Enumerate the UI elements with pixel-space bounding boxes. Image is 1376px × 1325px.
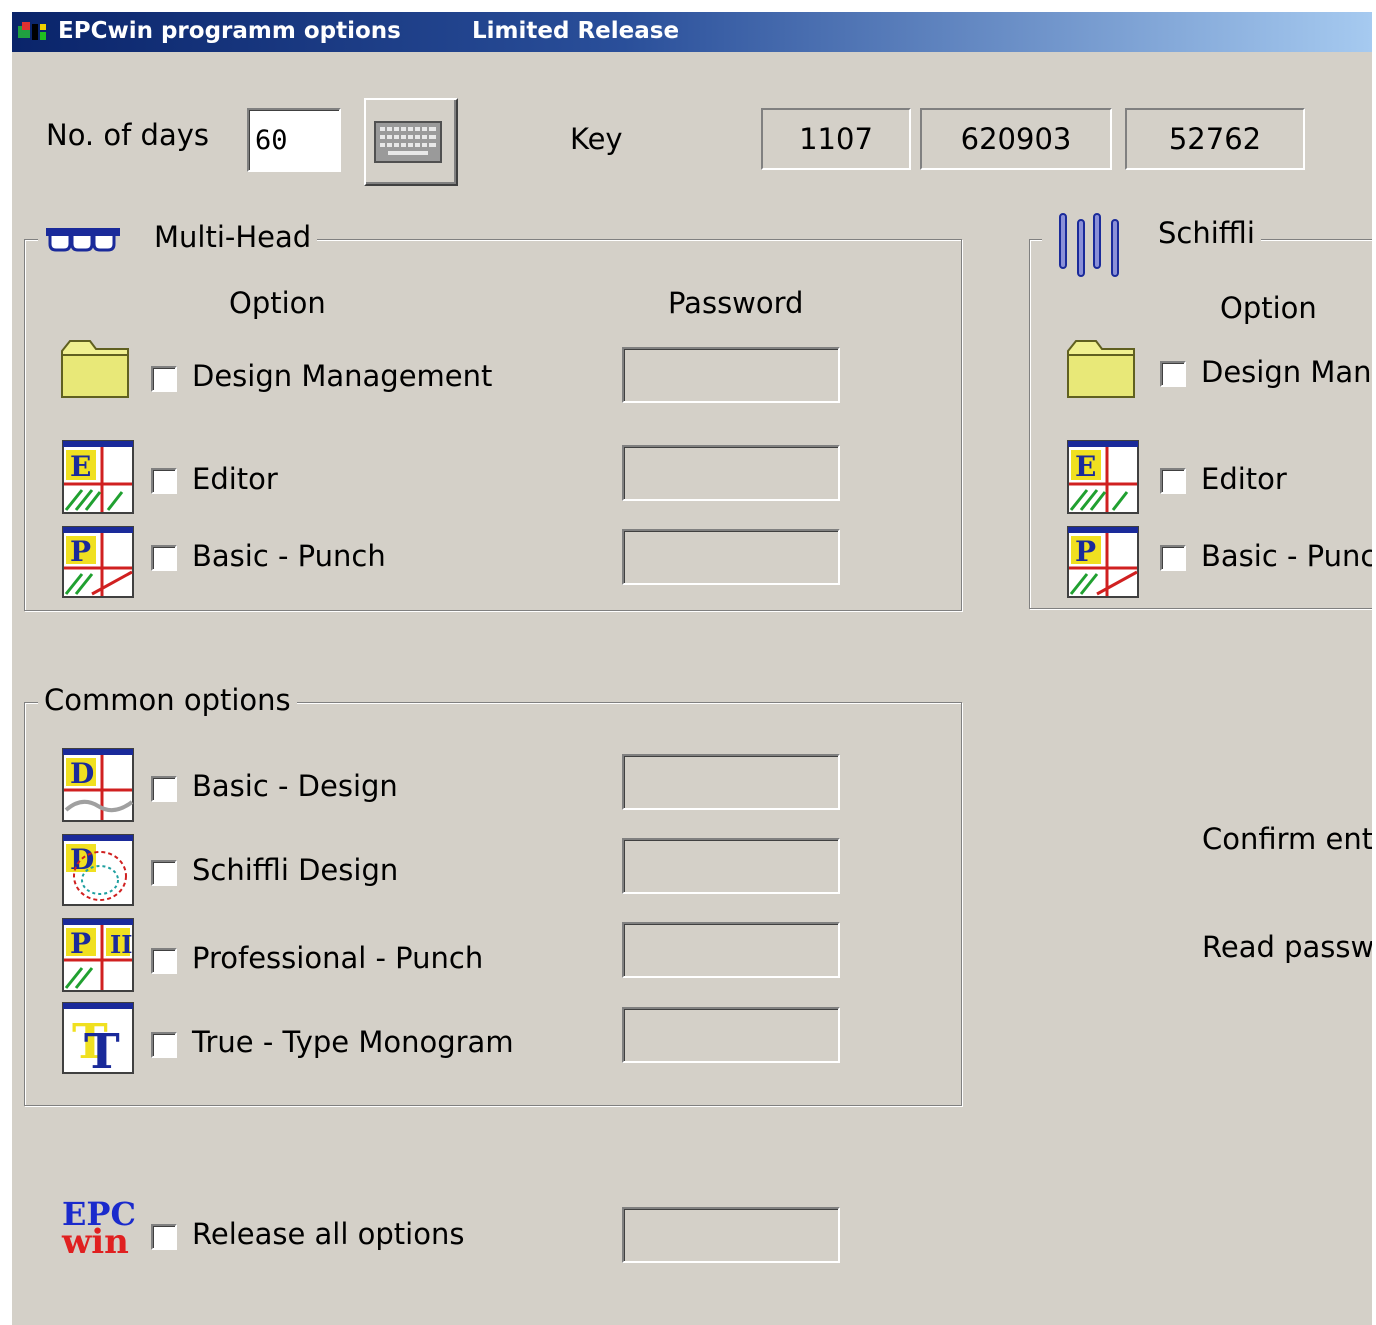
folder-icon bbox=[61, 340, 129, 398]
professional-punch-checkbox[interactable] bbox=[151, 948, 177, 974]
window-subtitle: Limited Release bbox=[472, 18, 680, 44]
app-icon bbox=[18, 22, 46, 40]
punch-icon: P bbox=[1067, 526, 1139, 598]
schiffli-option-header: Option bbox=[1220, 291, 1317, 325]
sc-design-management-label: Design Man bbox=[1201, 355, 1372, 389]
schiffli-legend-text: Schiffli bbox=[1158, 216, 1255, 250]
sc-design-management-checkbox[interactable] bbox=[1160, 361, 1186, 387]
editor-icon: E bbox=[1067, 440, 1139, 514]
svg-text:II: II bbox=[110, 930, 132, 959]
schiffli-design-label: Schiffli Design bbox=[192, 853, 399, 887]
mh-design-management-password[interactable] bbox=[622, 347, 840, 403]
design-icon: D bbox=[62, 748, 134, 822]
window-title: EPCwin programm options bbox=[58, 18, 401, 44]
schiffli-design-icon: D bbox=[62, 834, 134, 906]
schiffli-legend: Schiffli bbox=[1042, 212, 1261, 282]
key-label: Key bbox=[570, 122, 623, 156]
folder-icon bbox=[1067, 340, 1135, 398]
mh-design-management-label: Design Management bbox=[192, 359, 493, 393]
days-input[interactable] bbox=[247, 108, 341, 172]
svg-text:D: D bbox=[70, 757, 94, 790]
schiffli-needles-icon bbox=[1059, 213, 1119, 277]
sc-basic-punch-checkbox[interactable] bbox=[1160, 545, 1186, 571]
multihead-legend: Multi-Head bbox=[38, 220, 318, 260]
mh-design-management-checkbox[interactable] bbox=[151, 366, 177, 392]
key-field-2: 620903 bbox=[920, 108, 1112, 170]
svg-text:P: P bbox=[70, 927, 91, 960]
basic-design-label: Basic - Design bbox=[192, 769, 398, 803]
multihead-password-header: Password bbox=[668, 286, 804, 320]
sc-editor-label: Editor bbox=[1201, 462, 1287, 496]
professional-punch-label: Professional - Punch bbox=[192, 941, 484, 975]
schiffli-design-checkbox[interactable] bbox=[151, 860, 177, 886]
mh-basic-punch-password[interactable] bbox=[622, 529, 840, 585]
multihead-machine-icon bbox=[46, 228, 120, 252]
sc-editor-checkbox[interactable] bbox=[1160, 468, 1186, 494]
editor-icon: E bbox=[62, 440, 134, 514]
punch-icon: P bbox=[62, 526, 134, 598]
common-options-legend: Common options bbox=[38, 683, 297, 717]
keyboard-icon bbox=[374, 121, 442, 163]
release-all-checkbox[interactable] bbox=[151, 1224, 177, 1250]
basic-design-password[interactable] bbox=[622, 754, 840, 810]
truetype-monogram-checkbox[interactable] bbox=[151, 1032, 177, 1058]
professional-punch-password[interactable] bbox=[622, 922, 840, 978]
release-all-password[interactable] bbox=[622, 1207, 840, 1263]
svg-text:D: D bbox=[70, 843, 94, 876]
svg-text:E: E bbox=[1075, 450, 1096, 483]
mh-editor-checkbox[interactable] bbox=[151, 468, 177, 494]
professional-punch-icon: P II bbox=[62, 918, 134, 992]
days-label: No. of days bbox=[46, 118, 209, 152]
mh-editor-label: Editor bbox=[192, 462, 278, 496]
svg-text:E: E bbox=[70, 450, 91, 483]
basic-design-checkbox[interactable] bbox=[151, 776, 177, 802]
truetype-monogram-label: True - Type Monogram bbox=[192, 1025, 514, 1059]
epcwin-logo: EPC win bbox=[62, 1198, 142, 1268]
keyboard-button[interactable] bbox=[364, 98, 458, 186]
svg-text:T: T bbox=[84, 1024, 120, 1074]
mh-editor-password[interactable] bbox=[622, 445, 840, 501]
multihead-option-header: Option bbox=[229, 286, 326, 320]
read-password-label: Read passw bbox=[1202, 930, 1372, 964]
truetype-icon: T T bbox=[62, 1002, 134, 1074]
key-field-1: 1107 bbox=[761, 108, 911, 170]
sc-basic-punch-label: Basic - Punc bbox=[1201, 539, 1372, 573]
schiffli-design-password[interactable] bbox=[622, 838, 840, 894]
svg-text:P: P bbox=[70, 535, 91, 568]
mh-basic-punch-checkbox[interactable] bbox=[151, 545, 177, 571]
mh-basic-punch-label: Basic - Punch bbox=[192, 539, 386, 573]
truetype-monogram-password[interactable] bbox=[622, 1007, 840, 1063]
release-all-label: Release all options bbox=[192, 1217, 465, 1251]
confirm-entry-label: Confirm ente bbox=[1202, 822, 1372, 856]
key-field-3: 52762 bbox=[1125, 108, 1305, 170]
svg-text:P: P bbox=[1075, 535, 1096, 568]
multihead-legend-text: Multi-Head bbox=[154, 220, 312, 254]
options-window: EPCwin programm options Limited Release … bbox=[12, 12, 1372, 1325]
title-bar[interactable]: EPCwin programm options Limited Release bbox=[12, 12, 1372, 52]
